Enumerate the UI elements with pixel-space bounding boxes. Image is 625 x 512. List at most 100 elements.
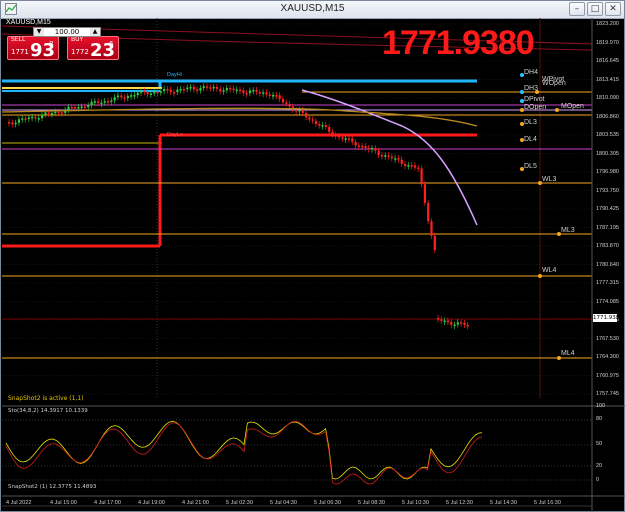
time-axis-label: 5 Jul 08:30 <box>358 500 385 506</box>
candle-body <box>126 96 129 99</box>
candle-body <box>334 134 337 137</box>
candle-body <box>324 125 327 127</box>
candle-body <box>344 138 347 140</box>
candle-body <box>87 105 90 108</box>
candle-body <box>285 102 288 104</box>
close-button[interactable]: ✕ <box>605 2 621 16</box>
candle-body <box>288 103 291 107</box>
time-axis-label: 4 Jul 17:00 <box>94 500 121 506</box>
window-title: XAUUSD,M15 <box>280 3 345 14</box>
time-axis-label: 4 Jul 21:00 <box>182 500 209 506</box>
candle-body <box>17 119 21 123</box>
candle-body <box>93 101 96 103</box>
candle-body <box>374 148 377 151</box>
price-axis-label: 1800.305 <box>596 150 619 157</box>
candle-body <box>196 89 199 91</box>
level-label-dh3: DH3 <box>524 85 539 92</box>
candle-body <box>199 88 202 91</box>
title-bar[interactable]: XAUUSD,M15 – □ ✕ <box>1 1 624 19</box>
candle-body <box>265 92 268 95</box>
candle-body <box>153 91 156 94</box>
price-axis-label: 1783.870 <box>596 243 619 249</box>
time-axis-label: 5 Jul 16:30 <box>534 500 561 506</box>
candle-body <box>229 88 232 90</box>
sell-button[interactable]: SELL 1771 93 8 <box>7 36 59 61</box>
time-axis-label: 5 Jul 04:30 <box>270 500 297 506</box>
candle-body <box>149 93 153 95</box>
candle-body <box>169 89 172 93</box>
indicator-axis-label: 20 <box>596 463 603 469</box>
candle-body <box>47 112 50 114</box>
indicator-axis-label: 50 <box>596 441 603 447</box>
maximize-button[interactable]: □ <box>587 2 603 16</box>
price-axis-label: 1823.200 <box>596 21 619 27</box>
candle-body <box>298 109 301 112</box>
candle-body <box>281 98 285 103</box>
candle-body <box>50 113 54 115</box>
candle-body <box>450 322 453 325</box>
candle-body <box>212 86 215 89</box>
level-label-dopen: DOpen <box>524 104 547 111</box>
candle-body <box>318 124 321 126</box>
candle-body <box>146 92 149 95</box>
candle-body <box>113 97 116 101</box>
candle-body <box>133 95 136 97</box>
candle-body <box>367 147 370 150</box>
price-chart[interactable]: XAUUSD,M15 SELL 1771 93 8 BUY 1772 23 6 … <box>2 18 625 512</box>
candle-body <box>341 137 344 139</box>
candle-body <box>159 91 162 93</box>
candle-body <box>209 87 212 89</box>
time-axis-label: 5 Jul 10:30 <box>402 500 429 506</box>
time-axis-label: 4 Jul 19:00 <box>138 500 165 506</box>
buy-button[interactable]: BUY 1772 23 6 <box>67 36 119 61</box>
lot-decrease-icon[interactable]: ▼ <box>34 28 44 36</box>
candle-body <box>420 168 423 185</box>
minimize-button[interactable]: – <box>569 2 585 16</box>
candle-body <box>460 322 463 324</box>
chart-canvas[interactable] <box>2 18 625 512</box>
candle-body <box>100 102 103 105</box>
time-axis-label: 5 Jul 06:30 <box>314 500 341 506</box>
candle-body <box>70 106 73 109</box>
buy-price-prefix: 1772 <box>71 48 89 56</box>
price-axis-label: 1787.195 <box>596 224 619 231</box>
candle-body <box>301 109 304 113</box>
price-axis-label: 1813.415 <box>596 76 619 83</box>
candle-body <box>272 94 275 97</box>
level-label-dl3: DL3 <box>524 119 537 126</box>
lot-size-input[interactable]: ▼ 100.00 ▲ <box>33 27 101 37</box>
candle-body <box>351 138 354 143</box>
candle-body <box>173 92 176 94</box>
price-axis-label: 1816.645 <box>596 58 619 64</box>
candle-body <box>407 165 410 167</box>
candle-body <box>163 88 166 92</box>
candle-body <box>384 155 387 157</box>
lot-increase-icon[interactable]: ▲ <box>90 28 100 36</box>
level-label-wl4: WL4 <box>542 267 557 274</box>
level-label-dl5: DL5 <box>524 163 537 170</box>
buy-price-pip: 6 <box>109 40 114 48</box>
time-axis-label: 5 Jul 12:30 <box>446 500 473 506</box>
price-axis-label: 1764.300 <box>596 354 619 360</box>
candle-body <box>80 106 83 108</box>
candle-body <box>103 101 106 103</box>
candle-body <box>466 324 469 327</box>
time-axis-label: 5 Jul 02:30 <box>226 500 253 506</box>
candle-body <box>311 119 314 121</box>
close-icon: ✕ <box>609 4 617 14</box>
candle-body <box>97 101 100 103</box>
minimize-icon: – <box>574 4 580 14</box>
candle-body <box>255 90 258 92</box>
current-price-tag: 1771.938 <box>593 314 620 322</box>
price-axis-label: 1757.745 <box>596 391 619 397</box>
candle-body <box>215 86 219 89</box>
candle-body <box>400 159 403 164</box>
candle-body <box>314 120 318 125</box>
candle-body <box>24 118 27 120</box>
day-hi-label: DayHi <box>167 72 182 78</box>
candle-body <box>44 112 47 115</box>
candle-body <box>57 111 60 114</box>
candle-body <box>186 87 189 90</box>
candle-body <box>189 86 192 89</box>
indicator-axis-label: 100 <box>596 403 606 409</box>
